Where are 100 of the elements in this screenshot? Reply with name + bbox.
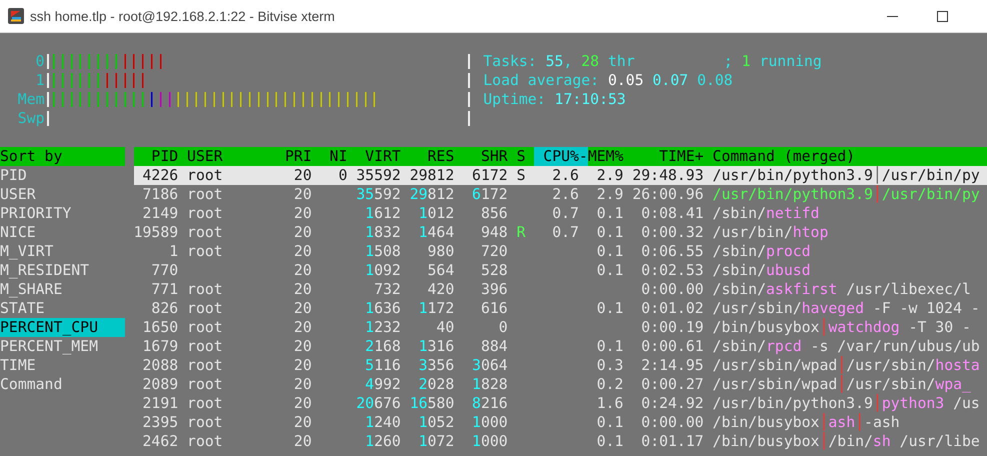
table-cell-text: root bbox=[186, 394, 224, 413]
process-row[interactable]: 2149 root 20 1612 1012 856 0.7 0.1 0:08.41 /sbin/netifd bbox=[134, 204, 987, 223]
table-cell-text: 29812 bbox=[408, 185, 454, 204]
process-row[interactable]: 19589 root 20 1832 1464 948 R 0.7 0.1 0:00.32 /usr/bin/htop bbox=[134, 223, 987, 242]
table-cell-text: 0:00.27 bbox=[640, 375, 704, 394]
table-cell-text: root bbox=[186, 204, 224, 223]
process-row[interactable]: 2088 root 20 5116 3356 3064 0.3 2:14.95 /usr/sbin/wpad│/usr/sbin/hosta bbox=[134, 356, 987, 375]
process-row[interactable]: 2191 root 20 20676 16580 8216 1.6 0:24.92 /usr/bin/python3.9│python3 /us bbox=[134, 394, 987, 413]
table-cell-text: /usr/sbin/wpad│/usr/sbin/wpa_ bbox=[712, 375, 971, 394]
table-cell-text: 1316 bbox=[418, 337, 454, 356]
table-cell-text: 6172 bbox=[471, 166, 508, 185]
table-cell-text: 1679 bbox=[142, 337, 178, 356]
sort-option[interactable]: USER bbox=[0, 185, 125, 204]
table-cell-text: 3356 bbox=[418, 356, 454, 375]
sort-option[interactable]: TIME bbox=[0, 356, 125, 375]
table-cell-text: 0.1 bbox=[596, 261, 624, 280]
table-cell-text: 2168 bbox=[364, 337, 401, 356]
sort-option[interactable]: STATE bbox=[0, 299, 125, 318]
column-header[interactable]: USER bbox=[178, 147, 268, 166]
column-header[interactable]: VIRT bbox=[347, 147, 401, 166]
process-row[interactable]: 2089 root 20 4992 2028 1828 0.2 0:00.27 /usr/sbin/wpad│/usr/sbin/wpa_ bbox=[134, 375, 987, 394]
table-cell-text: root bbox=[186, 299, 224, 318]
process-row[interactable]: 2395 root 20 1240 1052 1000 0.1 0:00.00 /bin/busybox│ash│-ash bbox=[134, 413, 987, 432]
process-row[interactable]: 7186 root 20 35592 29812 6172 2.6 2.9 26:00.96 /usr/bin/python3.9│/usr/bin/py bbox=[134, 185, 987, 204]
table-cell-text: root bbox=[186, 223, 224, 242]
table-cell-text: 1172 bbox=[418, 299, 454, 318]
column-header[interactable]: SHR bbox=[454, 147, 508, 166]
column-header[interactable]: S bbox=[508, 147, 534, 166]
status-line: Load average: 0.05 0.07 0.08 bbox=[483, 71, 733, 90]
table-cell-text: 1240 bbox=[364, 413, 401, 432]
table-cell-text: root bbox=[186, 185, 224, 204]
sort-option[interactable]: PID bbox=[0, 166, 125, 185]
column-header[interactable]: CPU%- bbox=[534, 147, 588, 166]
table-cell-text: 20 bbox=[292, 318, 312, 337]
column-header[interactable]: Command (merged) bbox=[704, 147, 856, 166]
column-header[interactable]: RES bbox=[400, 147, 454, 166]
column-header[interactable]: PID bbox=[134, 147, 178, 166]
process-row[interactable]: 1679 root 20 2168 1316 884 0.1 0:00.61 /sbin/rpcd -s /var/run/ubus/ub bbox=[134, 337, 987, 356]
table-cell-text: 20 bbox=[292, 242, 312, 261]
table-cell-text: /sbin/procd bbox=[712, 242, 811, 261]
process-row[interactable]: 2462 root 20 1260 1072 1000 0.1 0:01.17 /bin/busybox│/bin/sh /usr/libe bbox=[134, 432, 987, 451]
table-cell-text: 1000 bbox=[471, 432, 508, 451]
table-cell-text: 948 bbox=[480, 223, 508, 242]
process-row[interactable]: 826 root 20 1636 1172 616 0.1 0:01.02 /usr/sbin/haveged -F -w 1024 - bbox=[134, 299, 987, 318]
maximize-icon[interactable] bbox=[937, 10, 948, 22]
table-cell-text: 0.1 bbox=[596, 204, 624, 223]
table-cell-text: 0:00.61 bbox=[640, 337, 704, 356]
table-cell-text: 20 bbox=[292, 261, 312, 280]
table-cell-text: 2.6 bbox=[551, 185, 580, 204]
table-cell-text: 20 bbox=[292, 166, 312, 185]
table-cell-text: 2088 bbox=[142, 356, 178, 375]
table-cell-text: /bin/busybox│/bin/sh /usr/libe bbox=[712, 432, 980, 451]
table-cell-text: root bbox=[186, 242, 224, 261]
table-cell-text: 0.1 bbox=[596, 223, 624, 242]
column-header[interactable]: NI bbox=[312, 147, 348, 166]
process-row[interactable]: 1 root 20 1508 980 720 0.1 0:06.55 /sbin/procd bbox=[134, 242, 987, 261]
sort-option[interactable]: NICE bbox=[0, 223, 125, 242]
sort-option[interactable]: M_VIRT bbox=[0, 242, 125, 261]
table-cell-text: 1052 bbox=[418, 413, 454, 432]
table-cell-text: 3064 bbox=[471, 356, 508, 375]
sort-option[interactable]: PRIORITY bbox=[0, 204, 125, 223]
sort-option[interactable]: PERCENT_MEM bbox=[0, 337, 125, 356]
table-cell-text: 20 bbox=[292, 185, 312, 204]
table-cell-text: 0.7 bbox=[551, 223, 580, 242]
table-cell-text: 0 bbox=[498, 318, 508, 337]
column-header[interactable]: TIME+ bbox=[623, 147, 704, 166]
table-cell-text: 2.6 bbox=[551, 166, 580, 185]
table-cell-text: 0:06.55 bbox=[640, 242, 704, 261]
sort-option[interactable]: M_RESIDENT bbox=[0, 261, 125, 280]
table-cell-text: /bin/busybox│ash│-ash bbox=[712, 413, 900, 432]
column-header[interactable]: PRI bbox=[267, 147, 312, 166]
table-cell-text: 396 bbox=[480, 280, 508, 299]
table-cell-text: /usr/bin/python3.9│/usr/bin/py bbox=[712, 185, 980, 204]
table-cell-text: 1 bbox=[168, 242, 178, 261]
table-cell-text: 20 bbox=[292, 394, 312, 413]
table-cell-text: 616 bbox=[480, 299, 508, 318]
table-cell-text: 0:00.00 bbox=[640, 280, 704, 299]
table-cell-text: /bin/busybox│watchdog -T 30 - bbox=[712, 318, 971, 337]
table-cell-text: /usr/sbin/haveged -F -w 1024 - bbox=[712, 299, 980, 318]
table-cell-text: root bbox=[186, 375, 224, 394]
table-cell-text: 1650 bbox=[142, 318, 178, 337]
table-cell-text: 20676 bbox=[355, 394, 401, 413]
table-cell-text: /sbin/ubusd bbox=[712, 261, 811, 280]
table-cell-text: 732 bbox=[373, 280, 401, 299]
process-row[interactable]: 770 20 1092 564 528 0.1 0:02.53 /sbin/ubusd bbox=[134, 261, 987, 280]
table-cell-text: 420 bbox=[426, 280, 454, 299]
table-cell-text: /usr/bin/python3.9│python3 /us bbox=[712, 394, 980, 413]
table-cell-text: 7186 bbox=[142, 185, 178, 204]
column-header[interactable]: MEM% bbox=[588, 147, 624, 166]
table-cell-text: R bbox=[516, 223, 527, 242]
table-cell-text: root bbox=[186, 432, 224, 451]
process-row[interactable]: 771 root 20 732 420 396 0:00.00 /sbin/askfirst /usr/libexec/l bbox=[134, 280, 987, 299]
process-row[interactable]: 4226 root 20 0 35592 29812 6172 S 2.6 2.9 29:48.93 /usr/bin/python3.9│/usr/bin/py bbox=[134, 166, 987, 185]
sort-option[interactable]: Command bbox=[0, 375, 125, 394]
table-cell-text: root bbox=[186, 337, 224, 356]
process-row[interactable]: 1650 root 20 1232 40 0 0:00.19 /bin/busybox│watchdog -T 30 - bbox=[134, 318, 987, 337]
sort-option[interactable]: PERCENT_CPU bbox=[0, 318, 125, 337]
table-cell-text: /usr/sbin/wpad│/usr/sbin/hosta bbox=[712, 356, 980, 375]
table-cell-text: root bbox=[186, 318, 224, 337]
sort-option[interactable]: M_SHARE bbox=[0, 280, 125, 299]
